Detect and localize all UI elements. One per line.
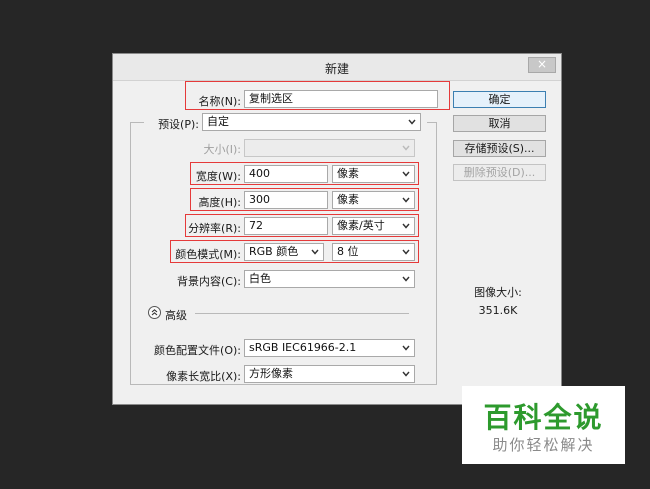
chevron-down-icon (402, 276, 410, 282)
advanced-label[interactable]: 高级 (165, 307, 187, 323)
delete-preset-button: 删除预设(D)... (453, 164, 546, 181)
new-document-dialog: 新建 × 名称(N): 复制选区 预设(P): 自定 大小(I): 宽度(W):… (112, 53, 562, 405)
preset-group-top-left (130, 122, 144, 123)
pixel-aspect-select[interactable]: 方形像素 (244, 365, 415, 383)
chevron-down-icon (402, 371, 410, 377)
preset-label: 预设(P): (158, 118, 199, 131)
highlight-name-row (185, 81, 450, 110)
highlight-height-row (190, 188, 419, 211)
pixel-aspect-value: 方形像素 (249, 367, 293, 380)
chevron-down-icon (402, 145, 410, 151)
cancel-button[interactable]: 取消 (453, 115, 546, 132)
color-profile-select[interactable]: sRGB IEC61966-2.1 (244, 339, 415, 357)
advanced-toggle-button[interactable] (148, 306, 161, 319)
image-size-label: 图像大小: (474, 286, 522, 299)
highlight-width-row (190, 162, 419, 185)
background-label: 背景内容(C): (177, 275, 241, 288)
color-profile-label: 颜色配置文件(O): (154, 344, 241, 357)
size-select (244, 139, 415, 157)
save-preset-button[interactable]: 存储预设(S)... (453, 140, 546, 157)
watermark-title: 百科全说 (483, 401, 604, 434)
preset-select[interactable]: 自定 (202, 113, 421, 131)
color-profile-value: sRGB IEC61966-2.1 (249, 341, 357, 354)
double-chevron-up-icon (151, 309, 158, 316)
background-select[interactable]: 白色 (244, 270, 415, 288)
chevron-down-icon (402, 345, 410, 351)
advanced-separator (195, 313, 409, 314)
size-label: 大小(I): (203, 143, 241, 156)
preset-group-right (436, 122, 437, 384)
highlight-color-mode-row (170, 240, 419, 263)
dialog-titlebar[interactable]: 新建 × (113, 54, 561, 81)
ok-button[interactable]: 确定 (453, 91, 546, 108)
watermark-logo: 百科全说 助你轻松解决 (462, 386, 625, 464)
close-icon: × (536, 57, 548, 71)
chevron-down-icon (408, 119, 416, 125)
close-button[interactable]: × (528, 57, 556, 73)
dialog-title: 新建 (324, 62, 349, 76)
preset-group-bottom (130, 384, 437, 385)
highlight-resolution-row (185, 214, 419, 237)
watermark-subtitle: 助你轻松解决 (492, 436, 595, 454)
preset-group-left (130, 122, 131, 384)
image-size-value: 351.6K (478, 304, 518, 317)
pixel-aspect-label: 像素长宽比(X): (166, 370, 241, 383)
preset-select-value: 自定 (207, 115, 229, 128)
background-value: 白色 (249, 272, 271, 285)
